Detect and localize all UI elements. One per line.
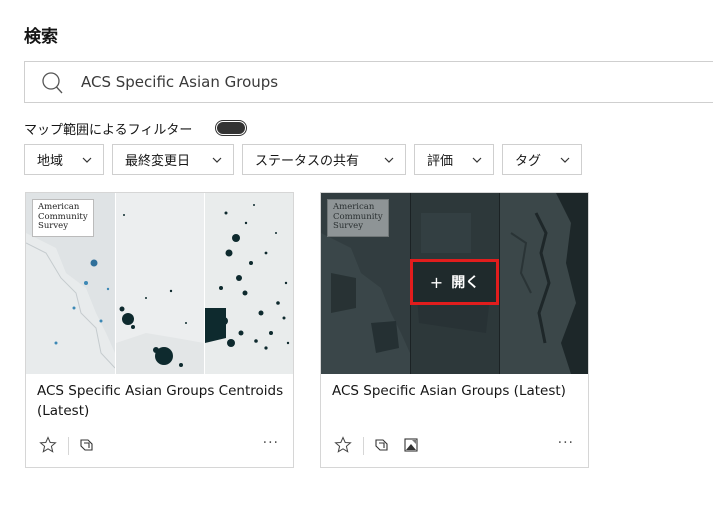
chevron-down-icon	[82, 157, 92, 163]
filter-sharing-status[interactable]: ステータスの共有	[242, 144, 406, 175]
acs-logo: American Community Survey	[32, 199, 94, 237]
chevron-down-icon	[472, 157, 482, 163]
card-footer: ···	[321, 431, 588, 467]
acs-logo: American Community Survey	[327, 199, 389, 237]
chevron-down-icon	[384, 157, 394, 163]
filter-sharing-status-label: ステータスの共有	[255, 154, 360, 169]
map-extent-filter-label: マップ範囲によるフィルター	[24, 123, 193, 138]
more-options-button[interactable]: ···	[558, 435, 574, 451]
card-thumbnail[interactable]: American Community Survey + 開く	[321, 193, 588, 374]
filter-region-label: 地域	[37, 154, 64, 169]
favorite-star-icon[interactable]	[334, 436, 352, 454]
card-thumbnail[interactable]: American Community Survey	[26, 193, 293, 374]
page-title: 検索	[24, 27, 58, 47]
filter-tags[interactable]: タグ	[502, 144, 582, 175]
filter-rating[interactable]: 評価	[414, 144, 494, 175]
card-footer: ···	[26, 431, 293, 467]
feature-layer-icon	[80, 439, 93, 451]
favorite-star-icon[interactable]	[39, 436, 57, 454]
map-image-icon	[404, 438, 418, 452]
more-options-button[interactable]: ···	[263, 435, 279, 451]
filter-last-modified-label: 最終変更日	[125, 154, 191, 169]
map-extent-filter-toggle[interactable]	[215, 120, 247, 136]
result-card[interactable]: American Community Survey ACS Specific A…	[25, 192, 294, 468]
search-icon	[42, 72, 63, 94]
divider	[68, 437, 69, 455]
chevron-down-icon	[560, 157, 570, 163]
filter-last-modified[interactable]: 最終変更日	[112, 144, 234, 175]
divider	[363, 437, 364, 455]
card-title[interactable]: ACS Specific Asian Groups Centroids (Lat…	[37, 381, 287, 421]
card-title[interactable]: ACS Specific Asian Groups (Latest)	[332, 381, 582, 401]
open-button[interactable]: + 開く	[410, 259, 499, 305]
filter-rating-label: 評価	[427, 154, 454, 169]
open-button-label: 開く	[451, 275, 480, 291]
chevron-down-icon	[212, 157, 222, 163]
plus-icon: +	[429, 272, 444, 292]
search-box[interactable]	[24, 61, 713, 103]
search-input[interactable]	[81, 70, 681, 94]
filter-region[interactable]: 地域	[24, 144, 104, 175]
feature-layer-icon	[375, 439, 388, 451]
result-card[interactable]: American Community Survey + 開く ACS Speci…	[320, 192, 589, 468]
filter-tags-label: タグ	[515, 154, 542, 169]
